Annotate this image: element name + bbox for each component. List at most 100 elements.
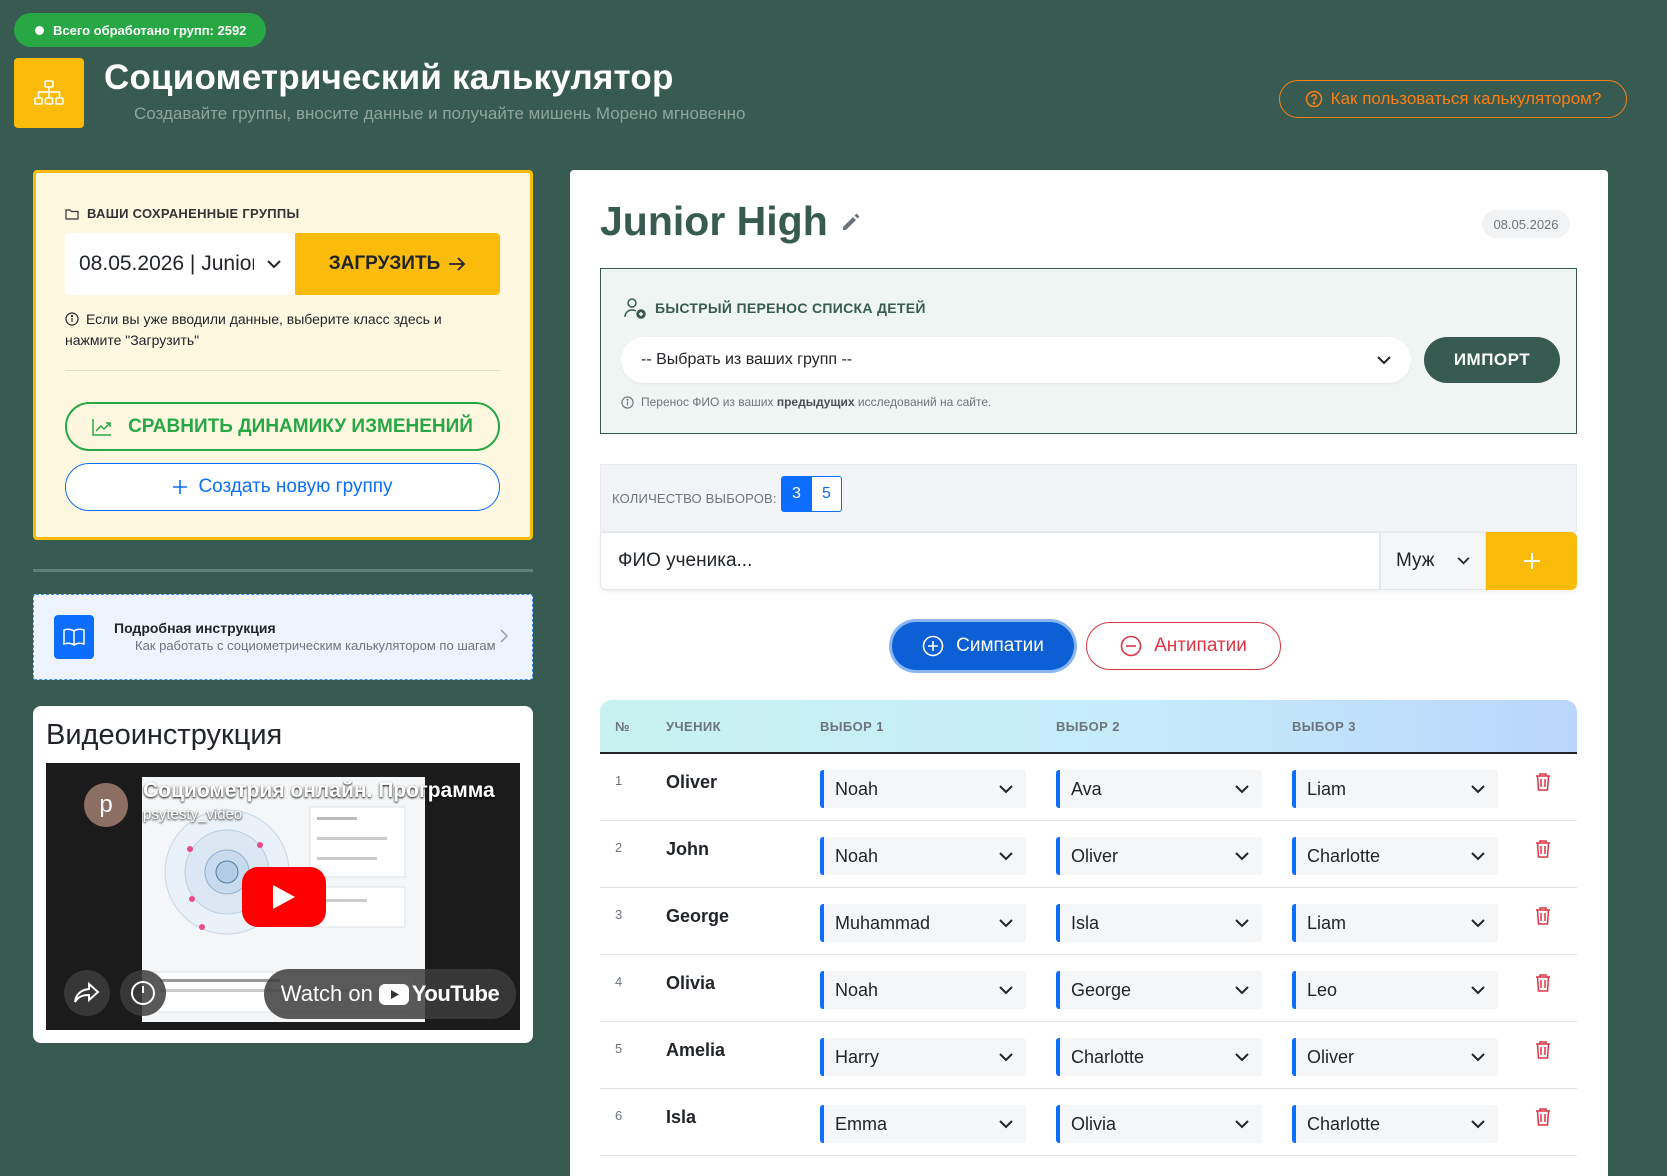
share-icon — [74, 982, 100, 1003]
sympathy-mode-button[interactable]: Симпатии — [892, 622, 1074, 670]
trash-icon — [1536, 840, 1550, 858]
col-number: № — [615, 719, 630, 734]
detailed-guide-card[interactable]: Подробная инструкция Как работать с соци… — [33, 594, 533, 680]
row-number: 4 — [615, 974, 623, 989]
choice-1-select[interactable]: Noah — [820, 837, 1026, 875]
student-name: Amelia — [666, 1040, 726, 1060]
choice-3-select[interactable]: Leo — [1292, 971, 1498, 1009]
antipathy-label: Антипатии — [1154, 635, 1247, 656]
transfer-group-select[interactable]: -- Выбрать из ваших групп -- — [621, 337, 1411, 383]
choices-option-3[interactable]: 3 — [781, 476, 812, 512]
create-group-button[interactable]: Создать новую группу — [65, 463, 500, 511]
saved-groups-note: Если вы уже вводили данные, выберите кла… — [65, 311, 442, 348]
table-row: 1 Oliver Noah Ava Liam — [600, 754, 1577, 821]
import-button[interactable]: ИМПОРТ — [1424, 337, 1560, 383]
load-button[interactable]: ЗАГРУЗИТЬ — [295, 233, 500, 295]
trash-icon — [1536, 1041, 1550, 1059]
chevron-down-icon — [1235, 1119, 1249, 1128]
choice-1-select[interactable]: Emma — [820, 1105, 1026, 1143]
choice-2-select[interactable]: Olivia — [1056, 1105, 1262, 1143]
chevron-down-icon — [999, 985, 1013, 994]
choice-3-select[interactable]: Charlotte — [1292, 837, 1498, 875]
watch-later-button[interactable] — [120, 970, 166, 1016]
choice-2-select[interactable]: Oliver — [1056, 837, 1262, 875]
delete-row-button[interactable] — [1535, 973, 1551, 993]
create-group-label: Создать новую группу — [198, 476, 393, 497]
status-dot-icon — [35, 25, 44, 35]
chevron-down-icon — [999, 1052, 1013, 1061]
total-groups-badge: Всего обработано групп: 2592 — [14, 13, 267, 47]
choices-table-body: 1 Oliver Noah Ava Liam 2 John Noah Oliver Charlot… — [600, 754, 1577, 1156]
choice-3-select[interactable]: Liam — [1292, 770, 1498, 808]
plus-icon — [173, 480, 188, 494]
delete-row-button[interactable] — [1535, 1040, 1551, 1060]
youtube-icon — [378, 983, 409, 1005]
trash-icon — [1536, 907, 1550, 925]
share-button[interactable] — [64, 970, 110, 1016]
chevron-down-icon — [1235, 985, 1249, 994]
play-icon — [273, 885, 295, 909]
choice-2-select[interactable]: Charlotte — [1056, 1038, 1262, 1076]
watch-on-youtube-button[interactable]: Watch on YouTube — [264, 969, 516, 1019]
delete-row-button[interactable] — [1535, 906, 1551, 926]
choice-1-select[interactable]: Noah — [820, 971, 1026, 1009]
delete-row-button[interactable] — [1535, 772, 1551, 792]
student-name: George — [666, 906, 730, 926]
compare-dynamics-button[interactable]: СРАВНИТЬ ДИНАМИКУ ИЗМЕНЕНИЙ — [65, 402, 500, 451]
chevron-down-icon — [1457, 557, 1470, 565]
transfer-note: Перенос ФИО из ваших предыдущих исследов… — [621, 395, 991, 409]
choices-count-label: КОЛИЧЕСТВО ВЫБОРОВ: — [612, 491, 777, 506]
choice-1-select[interactable]: Harry — [820, 1038, 1026, 1076]
chevron-down-icon — [267, 259, 281, 268]
student-name-input[interactable]: ФИО ученика... — [600, 532, 1380, 590]
saved-group-select[interactable]: 08.05.2026 | Junior High — [65, 233, 295, 295]
student-name: Isla — [666, 1107, 697, 1127]
student-name: Oliver — [666, 772, 718, 792]
chevron-down-icon — [999, 918, 1013, 927]
pencil-icon[interactable] — [840, 211, 862, 233]
plus-icon — [1523, 553, 1540, 569]
delete-row-button[interactable] — [1535, 1107, 1551, 1127]
col-choice-1: ВЫБОР 1 — [820, 719, 884, 734]
video-card: Видеоинструкция p Социометрия онлайн. Пр… — [33, 706, 533, 1043]
sitemap-icon — [34, 80, 64, 105]
trash-icon — [1536, 1108, 1550, 1126]
help-button[interactable]: Как пользоваться калькулятором? — [1279, 80, 1627, 118]
video-title: Социометрия онлайн. Программа — [143, 779, 495, 802]
choice-1-select[interactable]: Noah — [820, 770, 1026, 808]
guide-subtitle: Как работать с социометрическим калькуля… — [135, 638, 496, 653]
antipathy-mode-button[interactable]: Антипатии — [1086, 622, 1281, 670]
play-button[interactable] — [242, 867, 326, 927]
plus-circle-icon — [922, 635, 944, 657]
gender-select[interactable]: Муж — [1380, 532, 1486, 590]
trash-icon — [1536, 773, 1550, 791]
choice-1-select[interactable]: Muhammad — [820, 904, 1026, 942]
info-icon — [621, 395, 634, 409]
chevron-down-icon — [1235, 918, 1249, 927]
choice-2-select[interactable]: Isla — [1056, 904, 1262, 942]
group-name: Junior High — [600, 198, 828, 244]
book-icon — [54, 615, 94, 659]
saved-group-value: 08.05.2026 | Junior High — [79, 252, 254, 275]
info-icon — [65, 312, 79, 326]
choice-2-select[interactable]: George — [1056, 971, 1262, 1009]
add-student-button[interactable] — [1486, 532, 1577, 590]
col-choice-3: ВЫБОР 3 — [1292, 719, 1356, 734]
chevron-down-icon — [1471, 784, 1485, 793]
choice-2-select[interactable]: Ava — [1056, 770, 1262, 808]
choice-3-select[interactable]: Charlotte — [1292, 1105, 1498, 1143]
choice-3-select[interactable]: Oliver — [1292, 1038, 1498, 1076]
delete-row-button[interactable] — [1535, 839, 1551, 859]
choices-option-5[interactable]: 5 — [811, 476, 842, 512]
choices-count-bar: КОЛИЧЕСТВО ВЫБОРОВ: 3 5 — [600, 464, 1577, 532]
chevron-down-icon — [1235, 851, 1249, 860]
minus-circle-icon — [1120, 635, 1142, 657]
video-channel: psytesty_video — [143, 806, 243, 823]
choice-3-select[interactable]: Liam — [1292, 904, 1498, 942]
compare-dynamics-label: СРАВНИТЬ ДИНАМИКУ ИЗМЕНЕНИЙ — [128, 415, 473, 437]
quick-transfer-heading: БЫСТРЫЙ ПЕРЕНОС СПИСКА ДЕТЕЙ — [623, 296, 926, 320]
row-number: 6 — [615, 1108, 623, 1123]
video-player[interactable]: p Социометрия онлайн. Программа psytesty… — [46, 763, 520, 1030]
choices-table-header: № УЧЕНИК ВЫБОР 1 ВЫБОР 2 ВЫБОР 3 — [600, 700, 1577, 754]
help-button-label: Как пользоваться калькулятором? — [1330, 89, 1602, 108]
